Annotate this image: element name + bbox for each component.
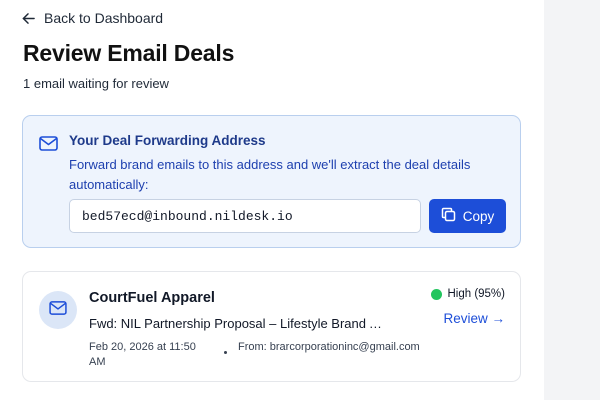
page-gutter [544, 0, 600, 400]
back-to-dashboard-link[interactable]: Back to Dashboard [22, 8, 163, 28]
mail-icon [39, 136, 58, 156]
forwarding-address-card: Your Deal Forwarding Address Forward bra… [22, 115, 521, 248]
email-subject: Fwd: NIL Partnership Proposal – Lifestyl… [89, 316, 389, 331]
arrow-left-icon [22, 12, 35, 25]
meta-separator-dot [224, 351, 227, 354]
mail-icon [49, 300, 67, 320]
copy-button-label: Copy [462, 208, 495, 224]
confidence-status-dot [431, 288, 443, 300]
email-sender: CourtFuel Apparel [89, 290, 215, 306]
email-avatar [39, 291, 77, 329]
confidence-label: High (95%) [447, 288, 505, 300]
review-link[interactable]: Review → [443, 311, 505, 326]
forwarding-title: Your Deal Forwarding Address [69, 133, 266, 148]
forwarding-description: Forward brand emails to this address and… [69, 157, 471, 192]
email-from: From: brarcorporationinc@gmail.com [238, 341, 420, 353]
main-content: Back to Dashboard Review Email Deals 1 e… [0, 0, 544, 400]
forwarding-address-field[interactable] [69, 199, 421, 233]
page-title: Review Email Deals [23, 40, 235, 66]
email-list-item[interactable]: CourtFuel Apparel Fwd: NIL Partnership P… [22, 271, 521, 382]
page-subtitle: 1 email waiting for review [23, 76, 169, 91]
confidence-badge: High (95%) [431, 288, 505, 300]
copy-address-button[interactable]: Copy [429, 199, 506, 233]
back-link-label: Back to Dashboard [44, 10, 164, 26]
email-date: Feb 20, 2026 at 11:50 AM [89, 341, 196, 368]
copy-icon [441, 207, 456, 225]
